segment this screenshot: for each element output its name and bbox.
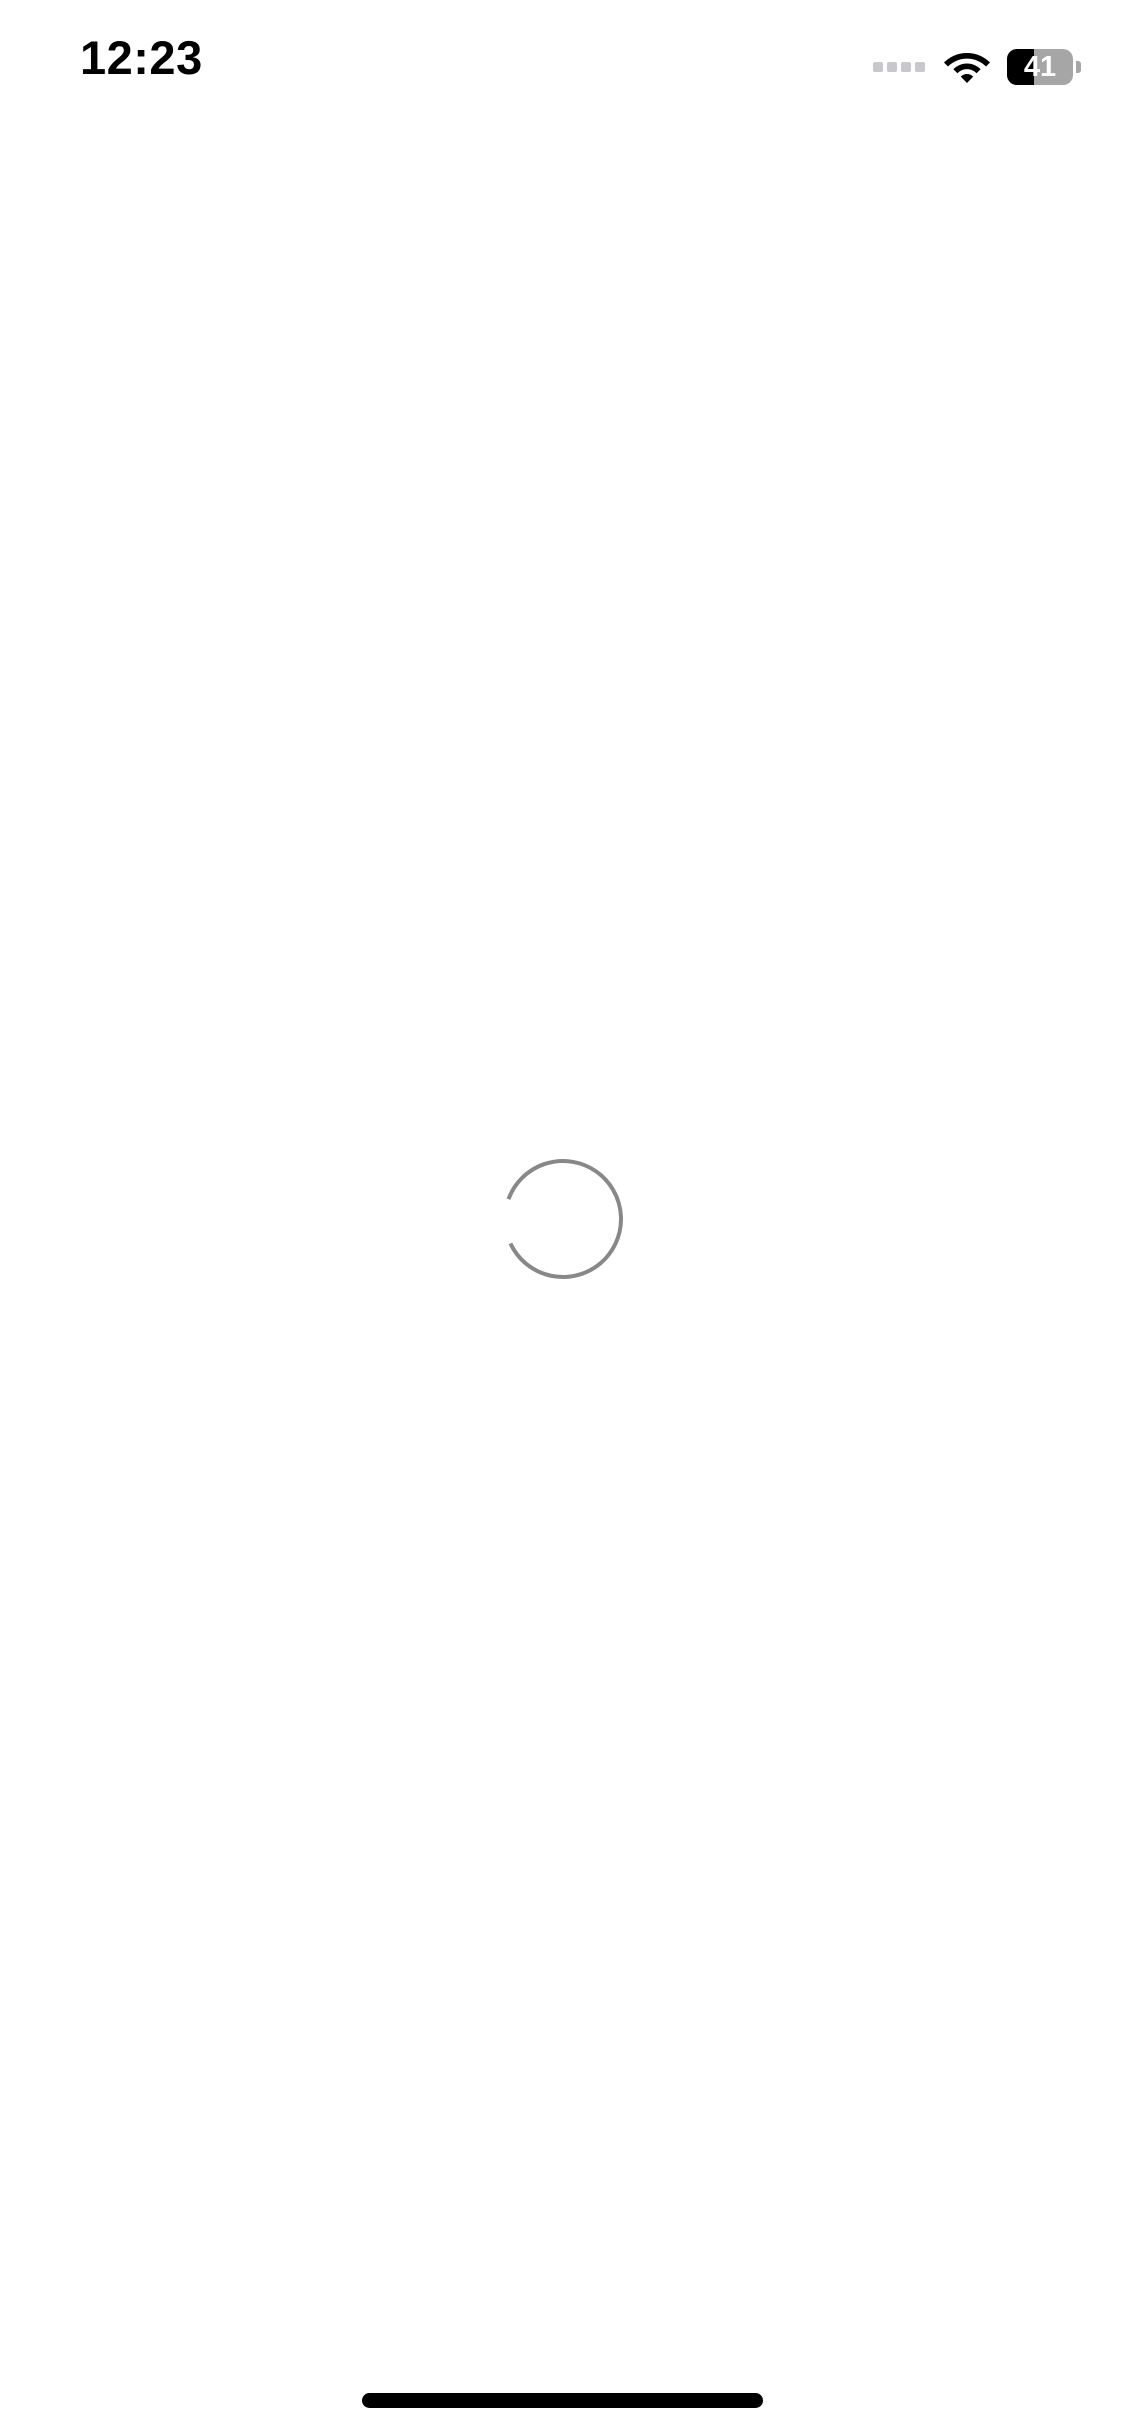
battery-cap bbox=[1076, 61, 1081, 73]
cellular-signal-icon bbox=[873, 62, 929, 72]
status-time: 12:23 bbox=[80, 31, 203, 84]
status-indicators: 41 bbox=[873, 46, 1085, 88]
battery-icon: 41 bbox=[1007, 48, 1085, 86]
status-bar: 12:23 41 bbox=[0, 0, 1125, 138]
wifi-icon bbox=[944, 53, 990, 83]
signal-bar bbox=[901, 62, 911, 72]
app-screen: 12:23 41 bbox=[0, 0, 1125, 2436]
signal-bar bbox=[887, 62, 897, 72]
signal-bar bbox=[915, 62, 925, 72]
battery-body: 41 bbox=[1007, 49, 1073, 85]
battery-level: 41 bbox=[1023, 50, 1057, 83]
signal-bar bbox=[873, 62, 883, 72]
home-indicator[interactable] bbox=[362, 2393, 763, 2408]
loading-spinner-icon bbox=[506, 1159, 623, 1279]
spinner-arc bbox=[506, 1159, 623, 1279]
